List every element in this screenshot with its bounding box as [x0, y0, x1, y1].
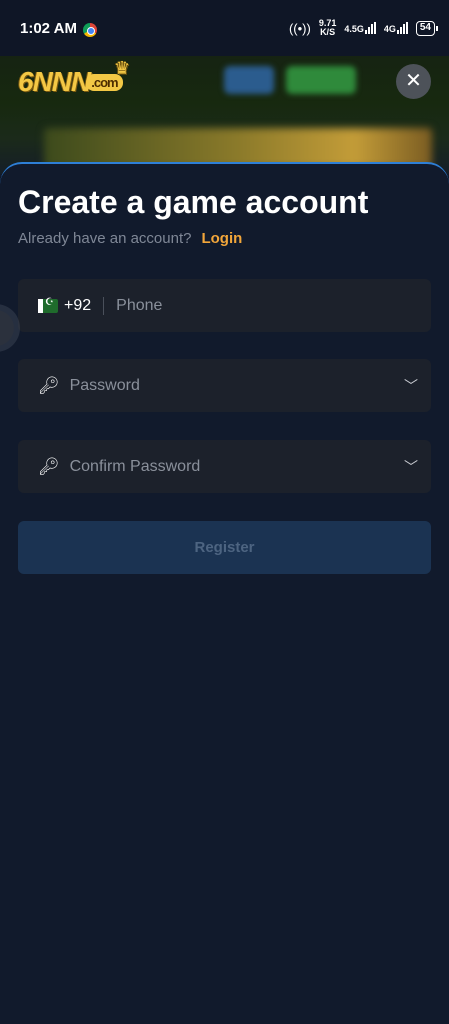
- status-icons: ((•)) 9.71 K/S 4.5G 4G 54: [288, 19, 439, 37]
- close-button[interactable]: ✕: [396, 64, 431, 99]
- login-link[interactable]: Login: [201, 230, 242, 247]
- net-type-1: 4.5G: [344, 24, 364, 34]
- login-prompt: Already have an account? Login: [18, 230, 242, 247]
- battery-level: 54: [419, 21, 431, 33]
- signal-sim1: 4.5G: [344, 22, 376, 34]
- page-title: Create a game account: [18, 184, 369, 220]
- phone-field[interactable]: +92 Phone: [18, 279, 431, 332]
- key-icon: 🔑︎: [38, 375, 60, 395]
- blurred-header: 6NNN.com ♛ ✕: [0, 56, 449, 174]
- network-speed: 9.71 K/S: [319, 19, 337, 37]
- status-time: 1:02 AM: [20, 19, 77, 37]
- hotspot-icon: ((•)): [288, 20, 311, 36]
- net-type-2: 4G: [383, 24, 396, 34]
- speed-unit: K/S: [320, 27, 336, 37]
- signal-bars-icon: [364, 22, 376, 34]
- confirm-password-field[interactable]: 🔑︎ Confirm Password ﹀: [18, 440, 431, 493]
- login-prompt-text: Already have an account?: [18, 230, 192, 247]
- phone-placeholder: Phone: [116, 296, 163, 314]
- eye-closed-icon[interactable]: ﹀: [404, 457, 418, 477]
- site-logo: 6NNN.com ♛: [18, 58, 130, 98]
- logo-text: 6NNN: [18, 66, 91, 97]
- divider: [103, 296, 105, 315]
- register-button[interactable]: Register: [18, 521, 431, 574]
- blurred-button: [224, 66, 274, 94]
- country-code[interactable]: +92: [64, 297, 91, 315]
- chrome-icon: [82, 23, 97, 37]
- battery-icon: 54: [415, 20, 439, 36]
- eye-closed-icon[interactable]: ﹀: [404, 376, 418, 396]
- key-icon: 🔑︎: [38, 456, 60, 476]
- register-sheet: Create a game account Already have an ac…: [0, 162, 449, 1024]
- signal-bars-icon: [396, 22, 408, 34]
- password-placeholder: Password: [69, 376, 140, 394]
- pakistan-flag-icon: [38, 297, 58, 313]
- signal-sim2: 4G: [384, 22, 408, 34]
- password-field[interactable]: 🔑︎ Password ﹀: [18, 359, 431, 412]
- logo-wings-icon: ♛: [114, 58, 130, 78]
- confirm-password-placeholder: Confirm Password: [69, 457, 201, 475]
- blurred-button: [286, 66, 356, 94]
- status-bar: 1:02 AM ((•)) 9.71 K/S 4.5G 4G 54: [0, 0, 449, 56]
